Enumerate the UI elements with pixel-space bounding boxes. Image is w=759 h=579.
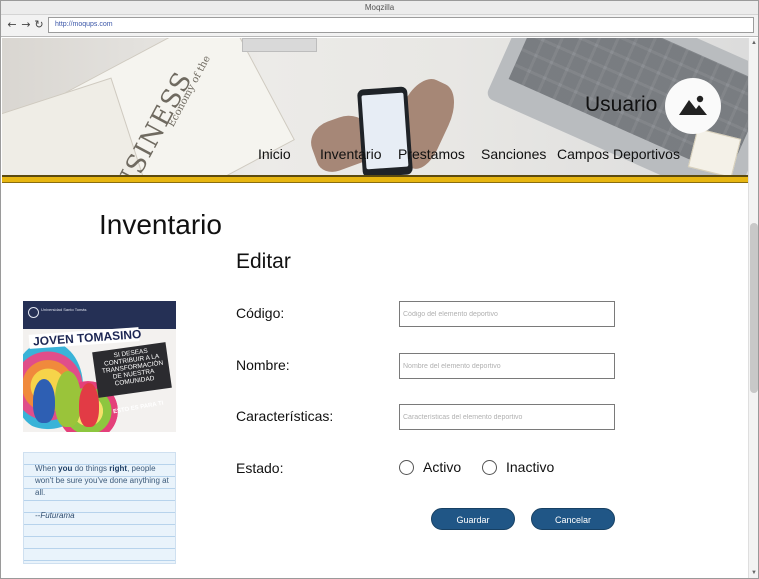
forward-arrow-icon[interactable]: → (20, 19, 32, 31)
nav-item-campos-deportivos[interactable]: Campos Deportivos (557, 146, 680, 162)
scroll-up-icon[interactable]: ▲ (750, 39, 758, 47)
section-title: Editar (236, 250, 291, 273)
nombre-input[interactable] (399, 353, 615, 379)
promo-figure (33, 379, 55, 423)
hero-banner: USINESS Economy of the Usuario Inicio In… (2, 38, 748, 175)
scrollbar-thumb[interactable] (750, 223, 758, 393)
codigo-input[interactable] (399, 301, 615, 327)
quote-text: When you do things right, people won't b… (35, 464, 169, 497)
vertical-scrollbar[interactable]: ▲ ▼ (748, 38, 758, 578)
nav-item-prestamos[interactable]: Prestamos (398, 146, 465, 162)
nav-item-sanciones[interactable]: Sanciones (481, 146, 546, 162)
university-logo-icon (28, 307, 39, 318)
estado-inactivo-radio[interactable] (482, 460, 497, 475)
image-placeholder-icon (679, 95, 707, 115)
caracteristicas-input[interactable] (399, 404, 615, 430)
codigo-label: Código: (236, 305, 285, 321)
scroll-down-icon[interactable]: ▼ (750, 569, 758, 577)
promo-headline: JOVEN TOMASINO (32, 327, 142, 349)
browser-window: Moqzilla ← → ↻ http://moqups.com USINESS… (0, 0, 759, 579)
page-viewport: USINESS Economy of the Usuario Inicio In… (2, 38, 748, 578)
promo-tagline: ESTO ES PARA TI (112, 400, 164, 416)
nombre-label: Nombre: (236, 357, 290, 373)
promo-poster[interactable]: Universidad Santo Tomás JOVEN TOMASINO S… (23, 301, 176, 432)
estado-activo-label[interactable]: Activo (423, 459, 461, 475)
nav-item-inventario[interactable]: Inventario (320, 146, 381, 162)
user-avatar[interactable] (665, 78, 721, 134)
quote-card: When you do things right, people won't b… (23, 452, 176, 564)
estado-activo-radio[interactable] (399, 460, 414, 475)
cancel-button[interactable]: Cancelar (531, 508, 615, 530)
estado-label: Estado: (236, 460, 284, 476)
estado-inactivo-label[interactable]: Inactivo (506, 459, 554, 475)
nav-item-inicio[interactable]: Inicio (258, 146, 291, 162)
reload-icon[interactable]: ↻ (33, 19, 45, 31)
address-bar[interactable]: http://moqups.com (48, 17, 754, 33)
promo-banner: JOVEN TOMASINO (28, 327, 142, 349)
promo-figure (55, 371, 81, 427)
promo-figure (79, 383, 99, 427)
calculator-image (242, 38, 317, 52)
browser-toolbar: ← → ↻ http://moqups.com (1, 15, 758, 37)
page-title: Inventario (99, 209, 222, 240)
back-arrow-icon[interactable]: ← (6, 19, 18, 31)
window-title: Moqzilla (1, 1, 758, 15)
quote-author: --Futurama (35, 511, 75, 520)
caracteristicas-label: Características: (236, 408, 334, 424)
promo-message-box: SI DESEAS CONTRIBUIR A LA TRANSFORMACIÓN… (92, 342, 172, 398)
header-divider (2, 175, 748, 183)
promo-header: Universidad Santo Tomás (23, 301, 176, 329)
user-label[interactable]: Usuario (585, 93, 657, 117)
save-button[interactable]: Guardar (431, 508, 515, 530)
promo-message: SI DESEAS CONTRIBUIR A LA TRANSFORMACIÓN… (101, 347, 164, 388)
promo-university: Universidad Santo Tomás (41, 307, 87, 312)
